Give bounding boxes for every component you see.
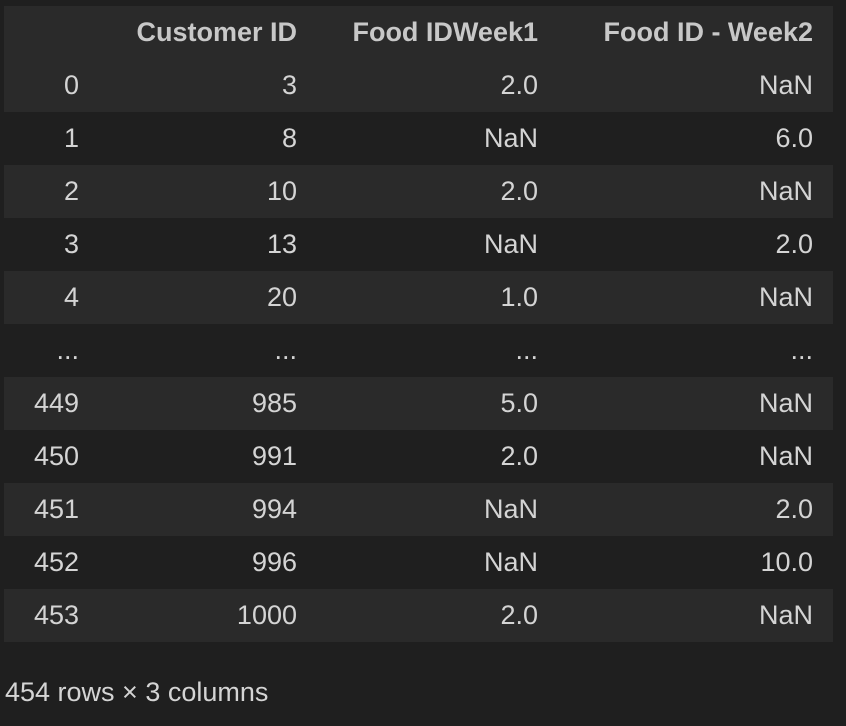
- dataframe-table: Customer ID Food IDWeek1 Food ID - Week2…: [4, 6, 833, 642]
- row-index: 4: [63, 282, 79, 312]
- row-index: 453: [33, 600, 79, 630]
- table-cell: 20: [266, 282, 297, 312]
- table-cell: NaN: [758, 176, 813, 206]
- table-row: ............: [4, 324, 833, 377]
- table-row: 449 985 5.0 NaN: [4, 377, 833, 430]
- table-cell: NaN: [758, 600, 813, 630]
- table-cell: 991: [251, 441, 297, 471]
- table-row: 3 13 NaN 2.0: [4, 218, 833, 271]
- table-cell: 5.0: [500, 388, 538, 418]
- table-cell: 13: [266, 229, 297, 259]
- column-header-customer-id: Customer ID: [99, 6, 317, 59]
- table-cell: 1.0: [500, 282, 538, 312]
- row-index: 3: [63, 229, 79, 259]
- table-row: 1 8 NaN 6.0: [4, 112, 833, 165]
- table-cell: ...: [515, 335, 538, 365]
- table-cell: 985: [251, 388, 297, 418]
- table-cell: 2.0: [775, 494, 813, 524]
- table-cell: 2.0: [500, 600, 538, 630]
- shape-info: 454 rows × 3 columns: [5, 677, 269, 707]
- table-row: 0 3 2.0 NaN: [4, 59, 833, 112]
- table-cell: NaN: [483, 494, 538, 524]
- column-header-food-id-week1: Food IDWeek1: [317, 6, 558, 59]
- table-cell: 2.0: [500, 176, 538, 206]
- table-cell: NaN: [483, 229, 538, 259]
- row-index: 452: [33, 547, 79, 577]
- table-cell: 996: [251, 547, 297, 577]
- table-cell: NaN: [758, 441, 813, 471]
- table-cell: 6.0: [775, 123, 813, 153]
- table-cell: 10.0: [760, 547, 813, 577]
- table-cell: 994: [251, 494, 297, 524]
- table-cell: 2.0: [500, 70, 538, 100]
- table-body: 0 3 2.0 NaN 1 8 NaN 6.0 2 10 2.0 NaN 3 13 NaN 2.0 4 20 1.0…: [4, 59, 833, 642]
- dataframe-output: Customer ID Food IDWeek1 Food ID - Week2…: [4, 6, 833, 642]
- column-header-food-id-week2: Food ID - Week2: [558, 6, 833, 59]
- table-cell: NaN: [483, 123, 538, 153]
- table-row: 2 10 2.0 NaN: [4, 165, 833, 218]
- row-index: 2: [63, 176, 79, 206]
- table-cell: 2.0: [775, 229, 813, 259]
- table-cell: 3: [281, 70, 297, 100]
- row-index: ...: [56, 335, 79, 365]
- table-cell: 2.0: [500, 441, 538, 471]
- row-index: 451: [33, 494, 79, 524]
- header-row: Customer ID Food IDWeek1 Food ID - Week2: [4, 6, 833, 59]
- table-cell: NaN: [758, 388, 813, 418]
- table-cell: 10: [266, 176, 297, 206]
- row-index: 449: [33, 388, 79, 418]
- row-index: 0: [63, 70, 79, 100]
- row-index: 1: [63, 123, 79, 153]
- index-header: [4, 6, 99, 59]
- table-cell: NaN: [758, 282, 813, 312]
- table-row: 452 996 NaN 10.0: [4, 536, 833, 589]
- table-cell: 1000: [236, 600, 297, 630]
- table-row: 4 20 1.0 NaN: [4, 271, 833, 324]
- table-cell: ...: [790, 335, 813, 365]
- table-row: 451 994 NaN 2.0: [4, 483, 833, 536]
- table-cell: NaN: [758, 70, 813, 100]
- table-cell: ...: [274, 335, 297, 365]
- table-row: 450 991 2.0 NaN: [4, 430, 833, 483]
- row-index: 450: [33, 441, 79, 471]
- table-row: 453 1000 2.0 NaN: [4, 589, 833, 642]
- table-cell: 8: [281, 123, 297, 153]
- table-cell: NaN: [483, 547, 538, 577]
